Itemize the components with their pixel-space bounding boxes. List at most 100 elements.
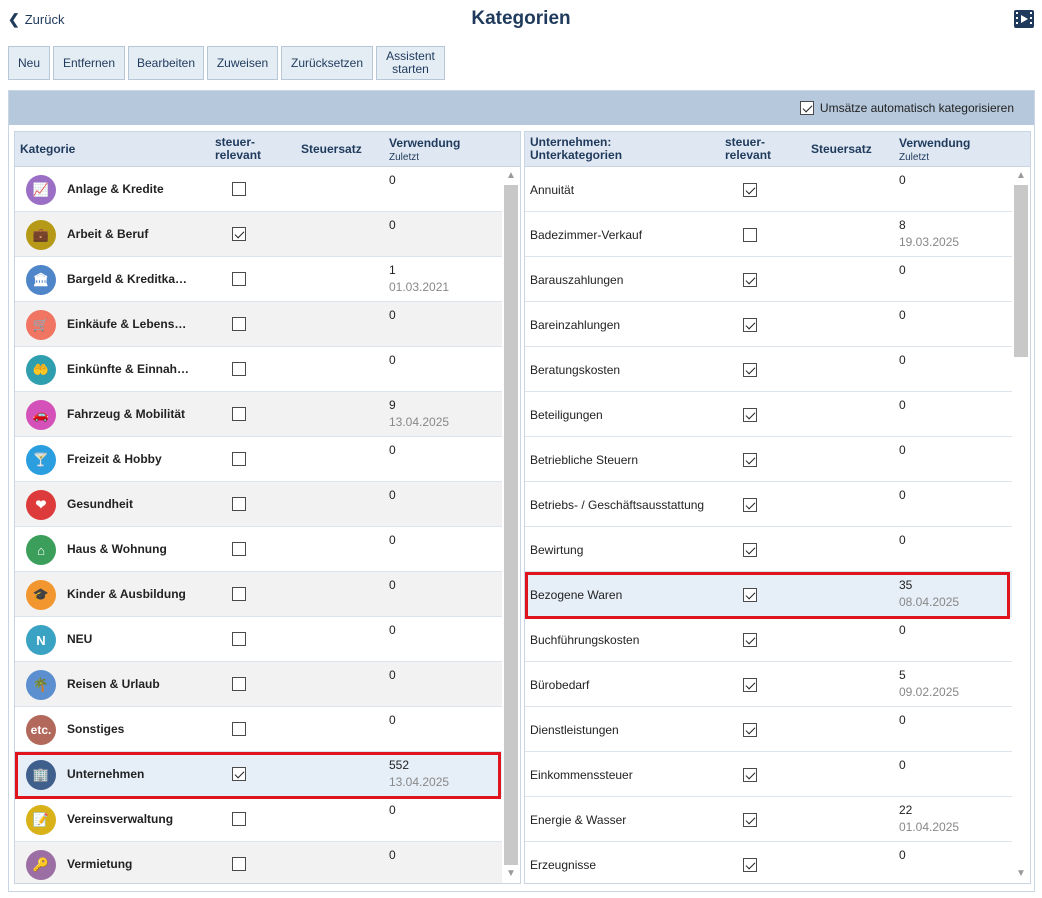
tax-relevant-checkbox[interactable] bbox=[232, 497, 246, 511]
tax-relevant-checkbox[interactable] bbox=[232, 272, 246, 286]
category-row[interactable]: 🚗 Fahrzeug & Mobilität 9 13.04.2025 bbox=[15, 392, 502, 437]
auto-categorize-checkbox[interactable] bbox=[799, 101, 814, 115]
tax-relevant-checkbox[interactable] bbox=[743, 768, 757, 782]
assign-button[interactable]: Zuweisen bbox=[207, 46, 278, 80]
tax-relevant-checkbox[interactable] bbox=[232, 677, 246, 691]
tax-relevant-checkbox[interactable] bbox=[743, 813, 757, 827]
subcategory-row[interactable]: Beratungskosten 0 bbox=[525, 347, 1012, 392]
tax-relevant-checkbox[interactable] bbox=[743, 498, 757, 512]
subcategory-row[interactable]: Badezimmer-Verkauf 8 19.03.2025 bbox=[525, 212, 1012, 257]
tax-relevant-checkbox[interactable] bbox=[743, 453, 757, 467]
usage-count: 0 bbox=[389, 668, 396, 682]
subcategory-row[interactable]: Bewirtung 0 bbox=[525, 527, 1012, 572]
subcategory-row[interactable]: Beteiligungen 0 bbox=[525, 392, 1012, 437]
tax-relevant-checkbox[interactable] bbox=[232, 722, 246, 736]
category-row[interactable]: etc. Sonstiges 0 bbox=[15, 707, 502, 752]
usage-count: 0 bbox=[389, 488, 396, 502]
subcategory-row[interactable]: Energie & Wasser 22 01.04.2025 bbox=[525, 797, 1012, 842]
category-row[interactable]: 🤲 Einkünfte & Einnah… 0 bbox=[15, 347, 502, 392]
category-row[interactable]: ❤ Gesundheit 0 bbox=[15, 482, 502, 527]
tax-relevant-checkbox[interactable] bbox=[232, 407, 246, 421]
category-row[interactable]: ⌂ Haus & Wohnung 0 bbox=[15, 527, 502, 572]
category-row[interactable]: 🏢 Unternehmen 552 13.04.2025 bbox=[15, 752, 502, 797]
tax-relevant-checkbox[interactable] bbox=[232, 812, 246, 826]
subcategory-row[interactable]: Bezogene Waren 35 08.04.2025 bbox=[525, 572, 1012, 617]
cart-icon: 🛒 bbox=[26, 310, 56, 340]
subcategory-row[interactable]: Betriebs- / Geschäftsausstattung 0 bbox=[525, 482, 1012, 527]
graduation-cap-icon: 🎓 bbox=[26, 580, 56, 610]
edit-button[interactable]: Bearbeiten bbox=[128, 46, 204, 80]
video-icon[interactable] bbox=[1014, 10, 1034, 28]
tax-relevant-checkbox[interactable] bbox=[232, 767, 246, 781]
scroll-thumb[interactable] bbox=[1014, 185, 1028, 357]
category-scrollbar[interactable]: ▲ ▼ bbox=[502, 167, 520, 883]
tax-relevant-checkbox[interactable] bbox=[743, 273, 757, 287]
category-row[interactable]: 🎓 Kinder & Ausbildung 0 bbox=[15, 572, 502, 617]
remove-button[interactable]: Entfernen bbox=[53, 46, 125, 80]
subcategory-row[interactable]: Barauszahlungen 0 bbox=[525, 257, 1012, 302]
tax-relevant-checkbox[interactable] bbox=[232, 857, 246, 871]
tax-relevant-checkbox[interactable] bbox=[743, 318, 757, 332]
subcategory-row[interactable]: Betriebliche Steuern 0 bbox=[525, 437, 1012, 482]
tax-relevant-checkbox[interactable] bbox=[232, 362, 246, 376]
category-row[interactable]: 🍸 Freizeit & Hobby 0 bbox=[15, 437, 502, 482]
auto-categorize-option[interactable]: Umsätze automatisch kategorisieren bbox=[799, 101, 1014, 115]
new-button[interactable]: Neu bbox=[8, 46, 50, 80]
subcategory-name: Bewirtung bbox=[530, 543, 584, 557]
subcategory-row[interactable]: Bareinzahlungen 0 bbox=[525, 302, 1012, 347]
category-row[interactable]: 💼 Arbeit & Beruf 0 bbox=[15, 212, 502, 257]
category-row[interactable]: 🌴 Reisen & Urlaub 0 bbox=[15, 662, 502, 707]
category-row[interactable]: 🛒 Einkäufe & Lebens… 0 bbox=[15, 302, 502, 347]
category-name: Vereinsverwaltung bbox=[67, 812, 174, 826]
subcategory-name: Energie & Wasser bbox=[530, 813, 627, 827]
tax-relevant-checkbox[interactable] bbox=[743, 858, 757, 872]
subcategory-row[interactable]: Bürobedarf 5 09.02.2025 bbox=[525, 662, 1012, 707]
usage-count: 1 bbox=[389, 263, 396, 277]
scroll-down-icon[interactable]: ▼ bbox=[1016, 869, 1026, 879]
tax-relevant-checkbox[interactable] bbox=[232, 182, 246, 196]
category-row[interactable]: N NEU 0 bbox=[15, 617, 502, 662]
tax-relevant-checkbox[interactable] bbox=[743, 408, 757, 422]
tax-relevant-checkbox[interactable] bbox=[232, 542, 246, 556]
scroll-thumb[interactable] bbox=[504, 185, 518, 865]
chart-icon: 📈 bbox=[26, 175, 56, 205]
wizard-button[interactable]: Assistent starten bbox=[376, 46, 445, 80]
category-row[interactable]: 🔑 Vermietung 0 bbox=[15, 842, 502, 883]
tax-relevant-checkbox[interactable] bbox=[743, 183, 757, 197]
subcategory-row[interactable]: Buchführungskosten 0 bbox=[525, 617, 1012, 662]
tax-relevant-checkbox[interactable] bbox=[232, 632, 246, 646]
tax-relevant-checkbox[interactable] bbox=[743, 543, 757, 557]
subcategory-row[interactable]: Einkommenssteuer 0 bbox=[525, 752, 1012, 797]
reset-button[interactable]: Zurücksetzen bbox=[281, 46, 373, 80]
tax-relevant-checkbox[interactable] bbox=[232, 227, 246, 241]
usage-count: 0 bbox=[899, 398, 906, 412]
col-tax-relevant: steuer- relevant bbox=[215, 136, 261, 162]
tax-relevant-checkbox[interactable] bbox=[743, 588, 757, 602]
scroll-up-icon[interactable]: ▲ bbox=[1016, 171, 1026, 181]
tax-relevant-checkbox[interactable] bbox=[743, 723, 757, 737]
col-subcategory: Unternehmen: Unterkategorien bbox=[530, 136, 622, 162]
usage-count: 0 bbox=[899, 713, 906, 727]
tax-relevant-checkbox[interactable] bbox=[743, 228, 757, 242]
subcategory-row[interactable]: Annuität 0 bbox=[525, 167, 1012, 212]
tax-relevant-checkbox[interactable] bbox=[743, 678, 757, 692]
scroll-down-icon[interactable]: ▼ bbox=[506, 869, 516, 879]
tax-relevant-checkbox[interactable] bbox=[232, 587, 246, 601]
scroll-up-icon[interactable]: ▲ bbox=[506, 171, 516, 181]
category-row[interactable]: 🏛 Bargeld & Kreditka… 1 01.03.2021 bbox=[15, 257, 502, 302]
tax-relevant-checkbox[interactable] bbox=[232, 452, 246, 466]
category-row[interactable]: 📈 Anlage & Kredite 0 bbox=[15, 167, 502, 212]
subcategory-scrollbar[interactable]: ▲ ▼ bbox=[1012, 167, 1030, 883]
subcategory-row[interactable]: Dienstleistungen 0 bbox=[525, 707, 1012, 752]
category-row[interactable]: 📝 Vereinsverwaltung 0 bbox=[15, 797, 502, 842]
subcategory-name: Einkommenssteuer bbox=[530, 768, 633, 782]
tax-relevant-checkbox[interactable] bbox=[743, 633, 757, 647]
subcategory-table-header: Unternehmen: Unterkategorien steuer- rel… bbox=[525, 132, 1030, 167]
tax-relevant-checkbox[interactable] bbox=[232, 317, 246, 331]
subcategory-row[interactable]: Erzeugnisse 0 bbox=[525, 842, 1012, 883]
tax-relevant-checkbox[interactable] bbox=[743, 363, 757, 377]
building-icon: 🏢 bbox=[26, 760, 56, 790]
col-tax-line2: relevant bbox=[725, 148, 772, 162]
usage-last-date: 01.03.2021 bbox=[389, 280, 450, 294]
category-name: Sonstiges bbox=[67, 722, 125, 736]
